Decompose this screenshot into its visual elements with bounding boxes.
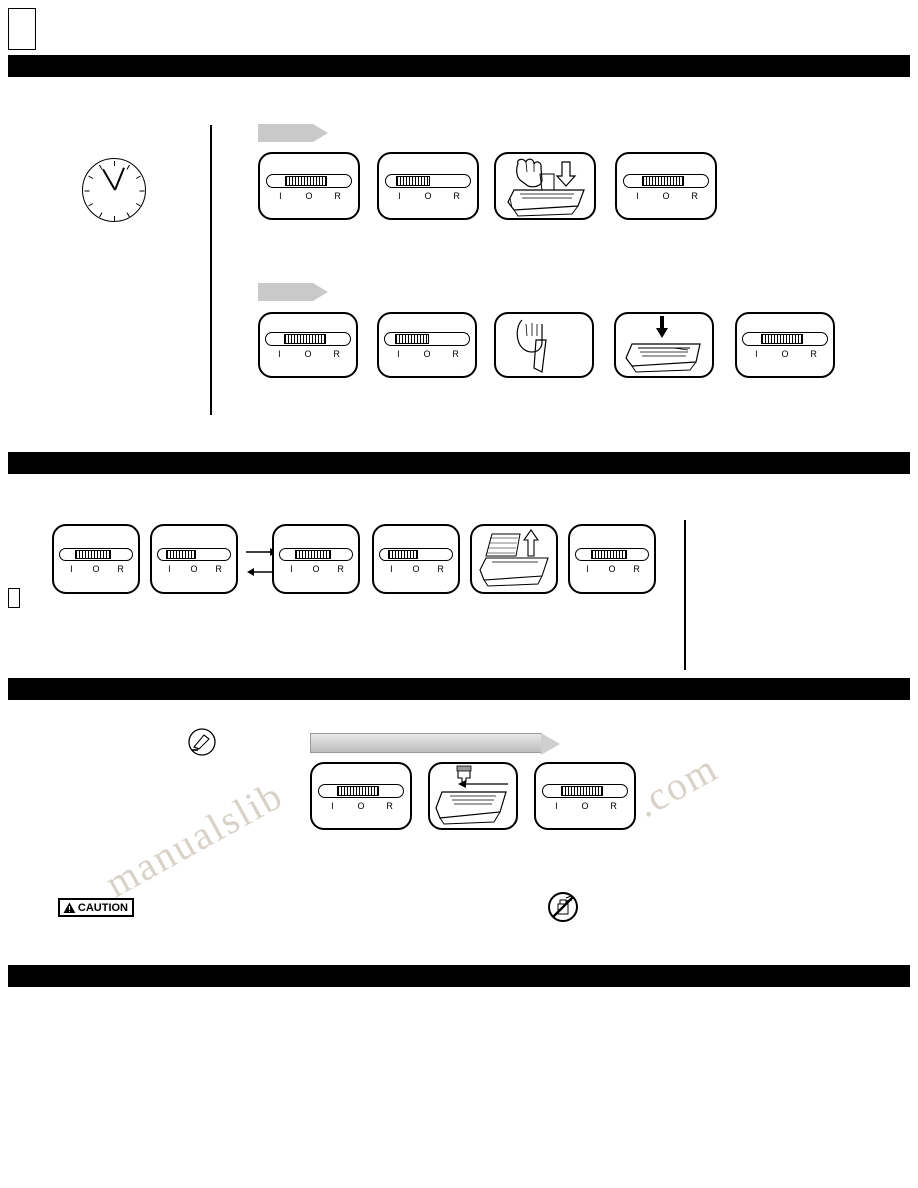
panel-jam-switch-2: I O R: [150, 524, 238, 594]
panel-hand-feed-paper: [494, 152, 596, 220]
panel-hand-card: [494, 312, 594, 378]
panel-switch-auto-1: I O R: [258, 152, 360, 220]
switch-label-r: R: [452, 349, 459, 359]
switch-label-o: O: [581, 801, 589, 811]
switch-label-r: R: [610, 801, 617, 811]
switch-label-o: O: [423, 349, 431, 359]
oil-bottle-icon: [188, 728, 216, 756]
panel-oil-switch-2: I O R: [534, 762, 636, 830]
panel-oil-apply: [428, 762, 518, 830]
switch-label-i: I: [755, 349, 758, 359]
switch-label-i: I: [398, 191, 401, 201]
grey-arrow-oil-step: [310, 733, 560, 755]
warning-triangle-icon: [63, 902, 76, 913]
switch-label-r: R: [386, 801, 393, 811]
switch-label-r: R: [453, 191, 460, 201]
switch-label-r: R: [334, 191, 341, 201]
switch-label-i: I: [278, 349, 281, 359]
switch-label-r: R: [810, 349, 817, 359]
section2-divider: [684, 520, 686, 670]
panel-switch-card-3: I O R: [735, 312, 835, 378]
switch-label-i: I: [390, 564, 393, 574]
switch-label-o: O: [92, 564, 100, 574]
panel-switch-card-1: I O R: [258, 312, 358, 378]
switch-label-o: O: [190, 564, 198, 574]
caution-label: CAUTION: [77, 901, 128, 914]
grey-arrow-step-2: [258, 283, 328, 301]
grey-arrow-step-1: [258, 124, 328, 142]
switch-label-i: I: [290, 564, 293, 574]
timer-clock: [82, 158, 146, 222]
panel-switch-auto-2: I O R: [377, 152, 479, 220]
section-bar-3: [8, 678, 910, 700]
section-bar-4: [8, 965, 910, 987]
switch-label-o: O: [424, 191, 432, 201]
panel-card-insert: [614, 312, 714, 378]
section-bar-1: [8, 55, 910, 77]
clock-hand-b: [114, 167, 125, 191]
switch-label-i: I: [586, 564, 589, 574]
switch-label-i: I: [331, 801, 334, 811]
switch-label-r: R: [117, 564, 124, 574]
switch-label-i: I: [636, 191, 639, 201]
switch-label-i: I: [397, 349, 400, 359]
watermark-line-2: .com: [627, 744, 726, 827]
no-aerosol-oil-icon: [546, 890, 580, 924]
switch-label-o: O: [357, 801, 365, 811]
panel-jam-remove-paper: [470, 524, 558, 594]
switch-label-i: I: [279, 191, 282, 201]
panel-switch-card-2: I O R: [377, 312, 477, 378]
switch-label-o: O: [305, 191, 313, 201]
switch-label-r: R: [333, 349, 340, 359]
switch-label-o: O: [412, 564, 420, 574]
switch-label-r: R: [691, 191, 698, 201]
switch-label-i: I: [70, 564, 73, 574]
switch-label-o: O: [781, 349, 789, 359]
switch-label-r: R: [337, 564, 344, 574]
top-left-box: [8, 8, 36, 50]
switch-label-o: O: [662, 191, 670, 201]
switch-label-i: I: [555, 801, 558, 811]
switch-label-i: I: [168, 564, 171, 574]
section1-divider: [210, 125, 212, 415]
switch-label-r: R: [633, 564, 640, 574]
switch-label-o: O: [608, 564, 616, 574]
watermark-line-1: manualslib: [97, 771, 291, 907]
switch-label-o: O: [312, 564, 320, 574]
section-bar-2: [8, 452, 910, 474]
left-edge-mark: [8, 588, 20, 608]
panel-jam-switch-3: I O R: [272, 524, 360, 594]
switch-label-o: O: [304, 349, 312, 359]
panel-jam-switch-1: I O R: [52, 524, 140, 594]
panel-switch-auto-3: I O R: [615, 152, 717, 220]
panel-oil-switch-1: I O R: [310, 762, 412, 830]
panel-jam-switch-5: I O R: [568, 524, 656, 594]
caution-badge: CAUTION: [58, 898, 134, 917]
switch-label-r: R: [437, 564, 444, 574]
panel-jam-switch-4: I O R: [372, 524, 460, 594]
manual-page: manualslib .com I O R I O R I O R I O R …: [0, 0, 918, 1188]
switch-label-r: R: [215, 564, 222, 574]
